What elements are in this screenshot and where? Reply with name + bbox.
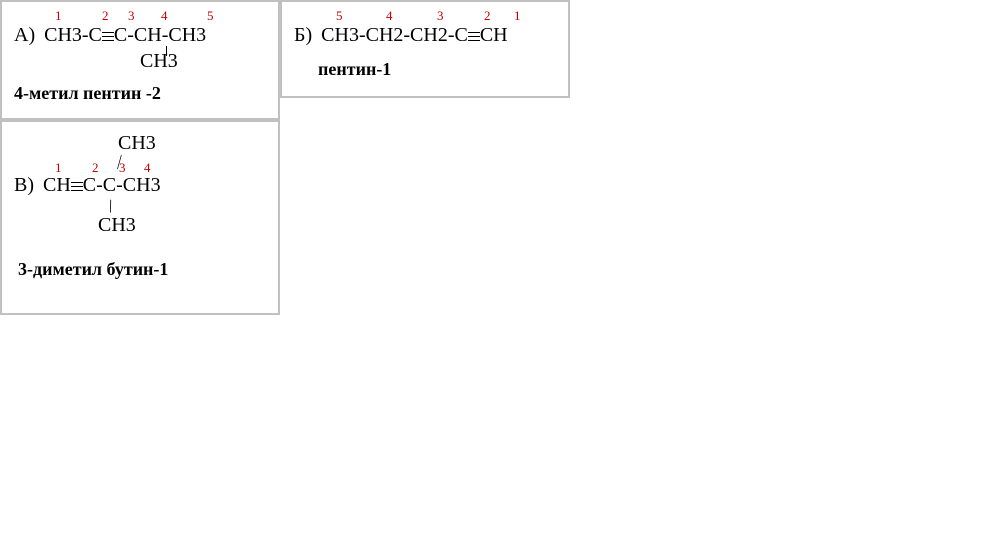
- cell-c: CH3 ⁄ 1 2 3 4 В) CHC-C-CH3 \ CH3 3-димет…: [0, 120, 280, 315]
- cell-b: 5 4 3 2 1 Б) CH3-CH2-CH2-CCH пентин-1: [280, 0, 570, 98]
- option-label-b: Б): [294, 24, 312, 46]
- formula-line-a: А) CH3-CC-CH-CH3: [14, 24, 266, 47]
- bottom-substituent-group: CH3: [98, 214, 136, 237]
- carbon-number: 1: [55, 8, 62, 24]
- substituent-group: CH3: [140, 50, 178, 73]
- compound-name-b: пентин-1: [318, 59, 556, 80]
- formula-container-a: 1 2 3 4 5 А) CH3-CC-CH-CH3 CH3 4-метил п…: [2, 2, 278, 112]
- carbon-number: 2: [102, 8, 109, 24]
- carbon-number: 4: [386, 8, 393, 24]
- carbon-number: 5: [207, 8, 214, 24]
- carbon-number: 5: [336, 8, 343, 24]
- carbon-number: 3: [437, 8, 444, 24]
- formula-line-c: В) CHC-C-CH3: [14, 174, 266, 197]
- option-label-c: В): [14, 174, 34, 196]
- cell-a: 1 2 3 4 5 А) CH3-CC-CH-CH3 CH3 4-метил п…: [0, 0, 280, 120]
- compound-name-c: 3-диметил бутин-1: [18, 259, 266, 280]
- option-label-a: А): [14, 24, 35, 46]
- formula-container-c: CH3 ⁄ 1 2 3 4 В) CHC-C-CH3 \ CH3 3-димет…: [2, 122, 278, 288]
- top-substituent-group: CH3: [118, 132, 156, 155]
- carbon-number: 3: [128, 8, 135, 24]
- formula-line-b: Б) CH3-CH2-CH2-CCH: [294, 24, 556, 47]
- formula-container-b: 5 4 3 2 1 Б) CH3-CH2-CH2-CCH пентин-1: [282, 2, 568, 88]
- carbon-number: 1: [514, 8, 521, 24]
- carbon-number: 4: [161, 8, 168, 24]
- compound-name-a: 4-метил пентин -2: [14, 83, 266, 104]
- carbon-number: 2: [484, 8, 491, 24]
